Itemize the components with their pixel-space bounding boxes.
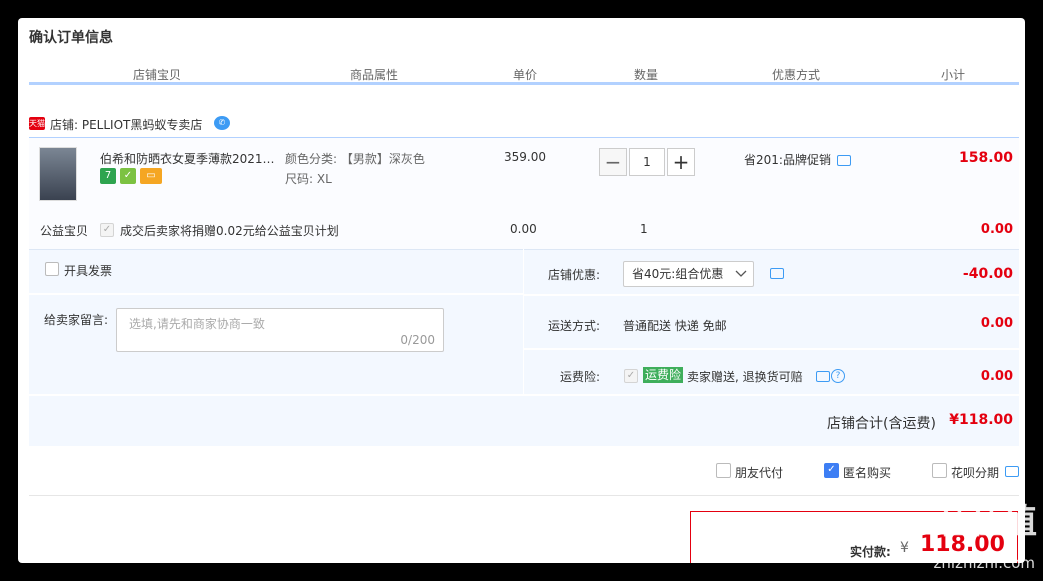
discount-text: 省201:品牌促销 (744, 153, 831, 167)
anonymous-label[interactable]: 匿名购买 (843, 464, 891, 481)
section-separator (29, 495, 1019, 496)
payment-currency: ¥ (900, 540, 909, 556)
charity-label: 公益宝贝 (40, 224, 89, 238)
insurance-text: 卖家赠送, 退换货可赔 (687, 370, 803, 384)
header-divider (29, 82, 1019, 85)
order-panel: 确认订单信息 店铺宝贝 商品属性 单价 数量 优惠方式 小计 天猫 店铺: PE… (18, 18, 1025, 563)
message-label: 给卖家留言: (44, 313, 109, 327)
comment-icon[interactable] (770, 268, 784, 279)
seven-day-return-icon: 7 (100, 168, 116, 184)
invoice-checkbox[interactable] (45, 262, 59, 276)
col-header-discount: 优惠方式 (771, 68, 820, 82)
shop-discount-amount: -40.00 (962, 266, 1013, 282)
charity-qty: 1 (640, 222, 648, 236)
message-counter: 0/200 (400, 333, 435, 347)
insurance-amount: 0.00 (980, 369, 1013, 384)
shop-discount-value: 省40元:组合优惠 (632, 267, 724, 281)
charity-text: 成交后卖家将捐赠0.02元给公益宝贝计划 (120, 224, 339, 238)
comment-icon[interactable] (837, 155, 851, 166)
insurance-checkbox: ✓ (624, 369, 638, 383)
right-divider-2 (524, 348, 1019, 350)
product-title[interactable]: 伯希和防晒衣女夏季薄款2021… (100, 150, 278, 167)
charity-price: 0.00 (510, 222, 537, 236)
insurance-badge: 运费险 (643, 367, 684, 383)
shipping-amount: 0.00 (980, 316, 1013, 331)
charity-checkbox: ✓ (100, 223, 114, 237)
vertical-divider (523, 249, 524, 394)
invoice-label[interactable]: 开具发票 (64, 262, 112, 279)
col-header-quantity: 数量 (633, 68, 658, 82)
shop-discount-select[interactable]: 省40元:组合优惠 (623, 261, 754, 287)
col-header-shop-item: 店铺宝贝 (132, 68, 181, 82)
qty-minus-button[interactable]: − (599, 148, 627, 176)
friend-pay-checkbox[interactable] (716, 463, 731, 478)
unit-price: 359.00 (504, 150, 546, 164)
insurance-label: 运费险: (560, 370, 601, 384)
col-header-subtotal: 小计 (940, 68, 965, 82)
seller-message-input[interactable]: 选填,请先和商家协商一致 0/200 (116, 308, 444, 352)
qty-input[interactable]: 1 (629, 148, 665, 176)
shipping-value: 普通配送 快递 免邮 (623, 319, 727, 333)
huabei-checkbox[interactable] (932, 463, 947, 478)
payment-label: 实付款: (850, 545, 891, 559)
product-thumbnail[interactable] (39, 147, 77, 201)
shop-name[interactable]: 店铺: PELLIOT黑蚂蚁专卖店 (50, 116, 202, 133)
help-icon[interactable]: ? (831, 369, 845, 383)
chevron-down-icon (735, 270, 747, 277)
tmall-badge: 天猫 (29, 117, 45, 130)
comment-icon[interactable] (1005, 466, 1019, 477)
shop-total-label: 店铺合计(含运费) (827, 416, 936, 432)
charity-subtotal: 0.00 (980, 222, 1013, 237)
product-subtotal: 158.00 (958, 150, 1013, 166)
qty-plus-button[interactable]: + (667, 148, 695, 176)
message-placeholder: 选填,请先和商家协商一致 (129, 317, 265, 331)
friend-pay-label[interactable]: 朋友代付 (735, 464, 783, 481)
huabei-label[interactable]: 花呗分期 (951, 464, 999, 481)
right-divider-1 (524, 294, 1019, 296)
page-title: 确认订单信息 (29, 30, 113, 46)
shop-discount-label: 店铺优惠: (548, 268, 601, 282)
card-icon: ▭ (140, 168, 162, 184)
attr-color: 颜色分类: 【男款】深灰色 (285, 152, 425, 166)
watermark-url: zhizhizhi.com (933, 554, 1035, 572)
shipping-label: 运送方式: (548, 319, 601, 333)
chat-icon[interactable]: ✆ (214, 116, 230, 130)
comment-icon[interactable] (816, 371, 830, 382)
anonymous-checkbox[interactable]: ✓ (824, 463, 839, 478)
col-header-attributes: 商品属性 (349, 68, 398, 82)
attr-size: 尺码: XL (285, 172, 332, 186)
guarantee-icon: ✓ (120, 168, 136, 184)
shop-total-amount: ¥118.00 (949, 412, 1013, 428)
col-header-price: 单价 (512, 68, 537, 82)
left-divider (29, 293, 523, 295)
watermark-logo: 值值值 (939, 502, 1037, 542)
